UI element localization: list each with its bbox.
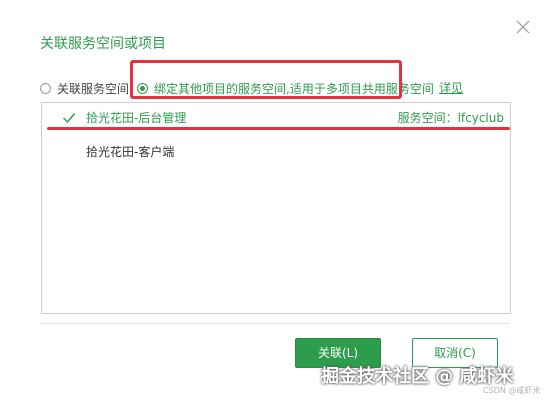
dialog-title: 关联服务空间或项目 bbox=[40, 36, 166, 52]
radio-link-service-space[interactable]: 关联服务空间 bbox=[40, 79, 129, 97]
close-icon bbox=[513, 17, 533, 37]
project-list[interactable]: 拾光花田-后台管理 服务空间：lfcyclub 拾光花田-客户端 bbox=[41, 102, 511, 314]
annotation-underline bbox=[47, 127, 510, 130]
radio-button-link-service-space[interactable] bbox=[40, 82, 51, 94]
radio-label-bind-other-project: 绑定其他项目的服务空间,适用于多项目共用服务空间 bbox=[154, 81, 434, 96]
project-name: 拾光花田-客户端 bbox=[86, 145, 175, 159]
radio-button-bind-other-project[interactable] bbox=[137, 82, 148, 94]
radio-bind-other-project[interactable]: 绑定其他项目的服务空间,适用于多项目共用服务空间 bbox=[137, 79, 434, 97]
footer-divider bbox=[40, 323, 510, 324]
learn-more-link[interactable]: 详见 bbox=[439, 79, 463, 97]
radio-label-link-service-space: 关联服务空间 bbox=[57, 81, 130, 96]
watermark-subtext: CSDN @咸虾米 bbox=[483, 386, 541, 395]
bind-service-space-dialog: 关联服务空间或项目 关联服务空间 绑定其他项目的服务空间,适用于多项目共用服务空… bbox=[0, 0, 550, 400]
list-item[interactable]: 拾光花田-客户端 bbox=[42, 137, 510, 167]
close-button[interactable] bbox=[513, 17, 533, 37]
